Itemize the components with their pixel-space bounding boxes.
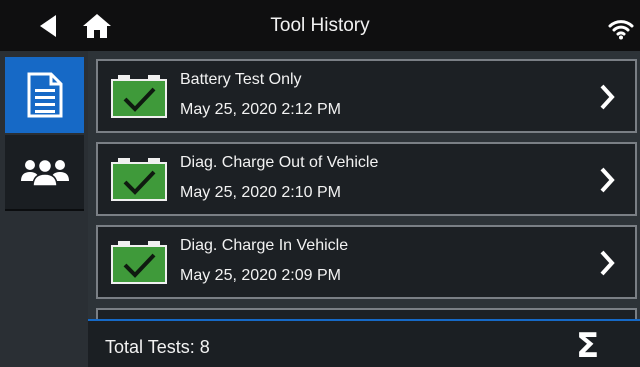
battery-check-icon	[111, 241, 167, 284]
list-item[interactable]: Battery Test Only May 25, 2020 2:12 PM	[96, 59, 637, 133]
list-item[interactable]: Diag. Charge Out of Vehicle May 25, 2020…	[96, 142, 637, 216]
list-item[interactable]: Diag. Charge In Vehicle May 25, 2020 2:0…	[96, 225, 637, 299]
test-date: May 25, 2020 2:09 PM	[180, 267, 341, 284]
top-bar: Tool History	[0, 0, 640, 51]
battery-check-icon	[111, 158, 167, 201]
test-name: Diag. Charge Out of Vehicle	[180, 154, 379, 171]
battery-check-icon	[111, 75, 167, 118]
test-date: May 25, 2020 2:12 PM	[180, 101, 341, 118]
test-name: Diag. Charge In Vehicle	[180, 237, 349, 254]
footer-bar: Total Tests: 8 Σ	[88, 319, 640, 367]
list-item-partial[interactable]	[96, 308, 637, 319]
users-group-icon	[20, 158, 69, 187]
chevron-right-icon[interactable]	[598, 166, 616, 194]
sidebar-item-users[interactable]	[5, 135, 84, 211]
test-name: Battery Test Only	[180, 71, 302, 88]
test-date: May 25, 2020 2:10 PM	[180, 184, 341, 201]
wifi-icon	[608, 20, 634, 40]
page-title: Tool History	[270, 15, 370, 36]
chevron-right-icon[interactable]	[598, 249, 616, 277]
test-history-list[interactable]: Battery Test Only May 25, 2020 2:12 PM D…	[88, 51, 640, 319]
document-icon	[27, 72, 62, 118]
total-tests-label: Total Tests: 8	[105, 337, 210, 357]
summary-sigma-button[interactable]: Σ	[576, 329, 599, 363]
chevron-right-icon[interactable]	[598, 83, 616, 111]
sidebar	[0, 51, 88, 367]
sidebar-item-history[interactable]	[5, 57, 84, 133]
